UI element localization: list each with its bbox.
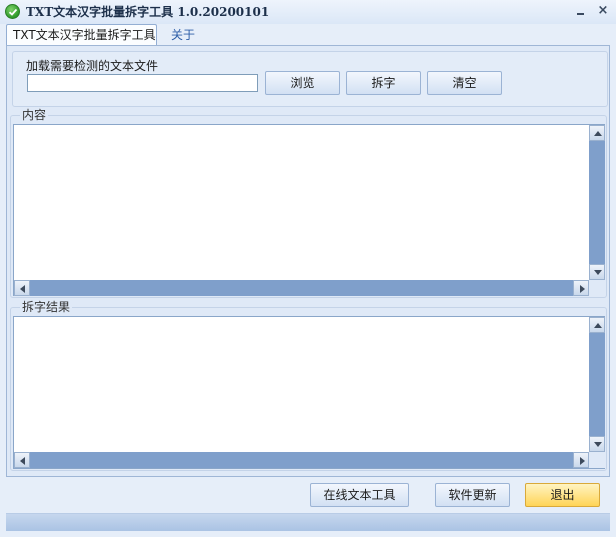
scroll-right-icon[interactable]: [573, 280, 589, 296]
online-text-tools-button[interactable]: 在线文本工具: [310, 483, 409, 507]
window-title: TXT文本汉字批量拆字工具 1.0.20200101: [26, 5, 270, 19]
result-horizontal-scrollbar[interactable]: [14, 452, 589, 468]
exit-button[interactable]: 退出: [525, 483, 600, 507]
browse-button[interactable]: 浏览: [265, 71, 340, 95]
scrollbar-corner: [589, 280, 605, 296]
scroll-right-icon[interactable]: [573, 452, 589, 468]
status-bar: [6, 513, 610, 531]
scroll-left-icon[interactable]: [14, 280, 30, 296]
scroll-up-icon[interactable]: [589, 125, 605, 141]
file-load-label: 加载需要检测的文本文件: [26, 59, 159, 73]
green-check-icon: [5, 4, 20, 19]
content-textarea[interactable]: [13, 124, 605, 296]
result-textarea[interactable]: [13, 316, 605, 469]
split-button[interactable]: 拆字: [346, 71, 421, 95]
tab-about[interactable]: 关于: [165, 25, 201, 46]
software-update-button[interactable]: 软件更新: [435, 483, 510, 507]
tab-batch-split-tool[interactable]: TXT文本汉字批量拆字工具: [6, 24, 157, 45]
scroll-left-icon[interactable]: [14, 452, 30, 468]
scroll-down-icon[interactable]: [589, 264, 605, 280]
result-vertical-scrollbar[interactable]: [589, 317, 605, 452]
file-path-input[interactable]: [27, 74, 258, 92]
content-horizontal-scrollbar[interactable]: [14, 280, 589, 296]
content-vertical-scrollbar[interactable]: [589, 125, 605, 280]
content-group-caption: 内容: [20, 108, 49, 122]
minimize-icon[interactable]: [573, 4, 587, 18]
close-icon[interactable]: ×: [596, 3, 610, 19]
result-group-caption: 拆字结果: [20, 300, 73, 314]
scroll-down-icon[interactable]: [589, 436, 605, 452]
scroll-up-icon[interactable]: [589, 317, 605, 333]
scrollbar-corner: [589, 452, 605, 468]
clear-button[interactable]: 清空: [427, 71, 502, 95]
